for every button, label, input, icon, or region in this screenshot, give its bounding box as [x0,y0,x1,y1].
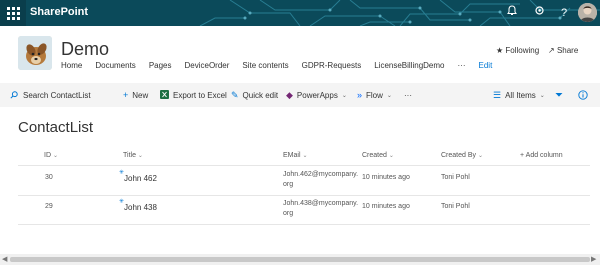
powerapps-label: PowerApps [296,90,338,100]
scroll-right-icon[interactable]: ▶ [591,255,596,263]
star-icon: ★ [496,46,504,55]
chevron-down-icon: ⌄ [137,153,143,159]
list-title: ContactList [18,119,94,136]
view-label: All Items [505,90,536,100]
row2-created: 10 minutes ago [362,203,410,210]
nav-licensebillingdemo[interactable]: LicenseBillingDemo [374,61,444,70]
following-label: Following [505,46,540,55]
nav-pages[interactable]: Pages [149,61,172,70]
info-icon [578,90,588,100]
powerapps-menu[interactable]: ◆ PowerApps ⌄ [286,83,347,107]
row2-created-by[interactable]: Toni Pohl [441,203,470,210]
command-bar: Search ContactList + New Export to Excel… [0,83,600,107]
nav-more[interactable]: ··· [458,61,466,70]
following-button[interactable]: ★ Following [496,46,539,55]
site-title[interactable]: Demo [61,39,109,60]
search-icon [10,91,18,99]
chevron-down-icon: ⌄ [388,153,394,159]
nav-home[interactable]: Home [61,61,82,70]
row-divider [18,224,590,225]
new-label: New [132,90,149,100]
share-icon: ↗ [548,46,555,55]
list-view-icon: ☰ [493,89,502,100]
filter-icon: ⏷ [555,89,563,101]
search-placeholder: Search ContactList [23,90,91,100]
app-launcher-button[interactable] [0,0,26,26]
nav-deviceorder[interactable]: DeviceOrder [185,61,230,70]
scroll-left-icon[interactable]: ◀ [2,255,7,263]
view-selector[interactable]: ☰ All Items ⌄ [493,83,545,107]
flow-label: Flow [366,90,383,100]
row1-email-line1[interactable]: John.462@mycompany. [283,171,358,178]
chevron-down-icon: ⌄ [52,153,58,159]
row2-id: 29 [45,203,53,210]
column-header-email[interactable]: EMail ⌄ [283,152,308,159]
search-box[interactable]: Search ContactList [0,83,108,107]
export-to-excel-button[interactable]: Export to Excel [160,83,227,107]
info-button[interactable] [578,83,588,107]
quick-edit-button[interactable]: ✎ Quick edit [231,83,278,107]
column-header-created-by[interactable]: Created By ⌄ [441,152,483,159]
row2-email-line1[interactable]: John.438@mycompany. [283,200,358,207]
column-header-id[interactable]: ID ⌄ [44,152,58,159]
row1-title[interactable]: John 462 [124,174,157,183]
bell-icon[interactable] [504,5,520,21]
chevron-down-icon: ⌄ [477,153,484,159]
excel-icon [160,89,169,101]
nav-documents[interactable]: Documents [95,61,135,70]
column-header-created[interactable]: Created ⌄ [362,152,394,159]
avatar[interactable] [578,3,597,22]
flow-menu[interactable]: » Flow ⌄ [357,83,392,107]
help-icon[interactable]: ? [556,5,572,21]
gear-icon[interactable] [531,5,547,21]
nav-gdpr-requests[interactable]: GDPR-Requests [302,61,362,70]
header-divider [18,165,590,166]
chevron-down-icon: ⌄ [539,92,545,99]
scrollbar-thumb[interactable] [10,257,590,262]
chevron-down-icon: ⌄ [302,153,308,159]
horizontal-scrollbar[interactable]: ◀ ▶ [0,254,600,265]
share-label: Share [556,46,579,55]
share-button[interactable]: ↗ Share [548,46,578,55]
row2-email-line2[interactable]: org [283,210,293,217]
column-header-title[interactable]: Title ⌄ [123,152,143,159]
row-divider [18,195,590,196]
site-logo[interactable] [18,36,52,70]
chevron-down-icon: ⌄ [341,92,347,99]
nav-edit-link[interactable]: Edit [479,61,493,70]
suite-title[interactable]: SharePoint [30,6,88,18]
chevron-down-icon: ⌄ [386,92,392,99]
pencil-icon: ✎ [231,89,239,100]
row1-created-by[interactable]: Toni Pohl [441,174,470,181]
new-button[interactable]: + New [123,83,148,107]
waffle-icon [6,6,20,20]
more-icon: ··· [404,90,412,100]
suite-bar: SharePoint ? [0,0,600,26]
plus-icon: + [520,152,525,159]
more-commands-button[interactable]: ··· [404,83,412,107]
plus-icon: + [123,90,129,100]
add-column-button[interactable]: + Add column [520,152,563,159]
row1-email-line2[interactable]: org [283,181,293,188]
row1-created: 10 minutes ago [362,174,410,181]
flow-icon: » [357,90,363,100]
filter-button[interactable]: ⏷ [555,83,563,107]
row1-id: 30 [45,174,53,181]
site-navigation: Home Documents Pages DeviceOrder Site co… [61,61,505,70]
powerapps-icon: ◆ [286,89,293,100]
row2-title[interactable]: John 438 [124,203,157,212]
export-label: Export to Excel [173,90,227,100]
nav-site-contents[interactable]: Site contents [242,61,288,70]
quick-edit-label: Quick edit [242,90,279,100]
